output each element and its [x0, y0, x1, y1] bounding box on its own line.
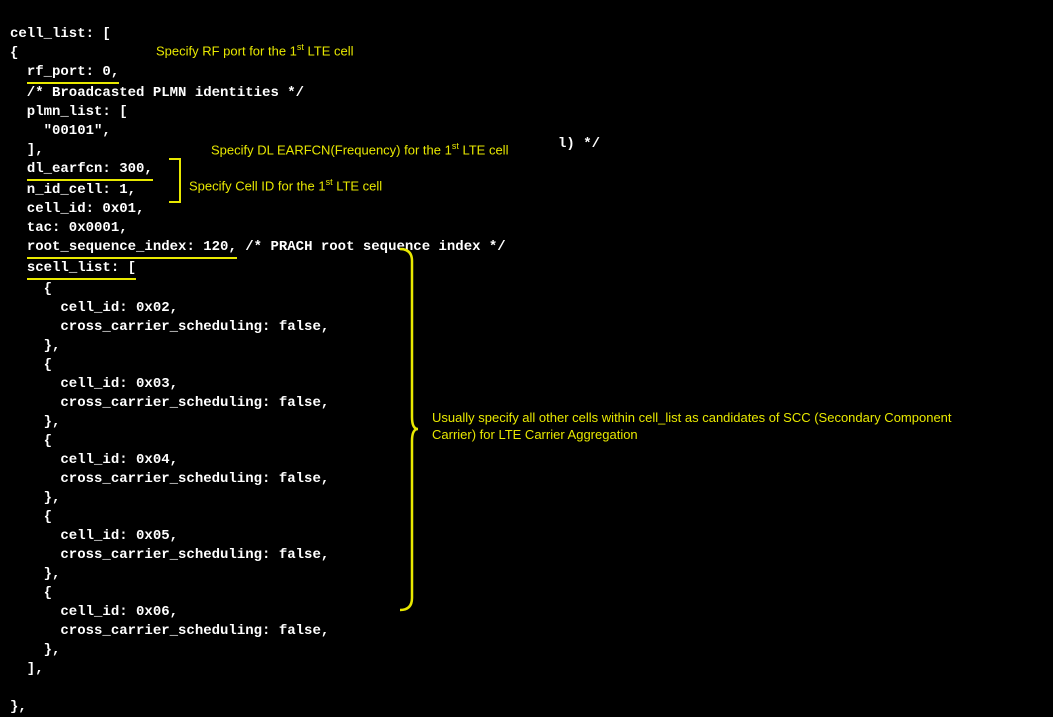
line-indent	[10, 260, 27, 276]
line: },	[10, 642, 60, 658]
line-rest: /* PRACH root sequence index */	[237, 239, 506, 255]
line: cell_id: 0x04,	[10, 452, 178, 468]
line: "00101",	[10, 123, 111, 139]
line: plmn_list: [	[10, 104, 128, 120]
line: cell_id: 0x02,	[10, 300, 178, 316]
line: {	[10, 509, 52, 525]
line: cell_list: [	[10, 26, 111, 42]
line: ],	[10, 142, 44, 158]
line: },	[10, 490, 60, 506]
line: ],	[10, 661, 44, 677]
line-indent	[10, 161, 27, 177]
line: n_id_cell: 1,	[10, 182, 136, 198]
annotation-cellid: Specify Cell ID for the 1st LTE cell	[189, 173, 382, 195]
comment-tail: l) */	[558, 135, 600, 154]
root-seq-value: root_sequence_index: 120,	[27, 238, 237, 259]
line: {	[10, 585, 52, 601]
line: tac: 0x0001,	[10, 220, 128, 236]
annotation-earfcn: Specify DL EARFCN(Frequency) for the 1st…	[205, 135, 514, 161]
line: cross_carrier_scheduling: false,	[10, 319, 329, 335]
line: },	[10, 699, 27, 715]
dl-earfcn-value: dl_earfcn: 300,	[27, 160, 153, 181]
line: },	[10, 414, 60, 430]
line: cross_carrier_scheduling: false,	[10, 547, 329, 563]
line: {	[10, 281, 52, 297]
line: },	[10, 338, 60, 354]
bracket-scell	[398, 247, 418, 612]
line: cross_carrier_scheduling: false,	[10, 395, 329, 411]
line: {	[10, 45, 18, 61]
line: cross_carrier_scheduling: false,	[10, 623, 329, 639]
code-block: cell_list: [ { rf_port: 0, /* Broadcaste…	[10, 6, 1043, 717]
scell-list-label: scell_list: [	[27, 259, 136, 280]
line: cross_carrier_scheduling: false,	[10, 471, 329, 487]
annotation-scell: Usually specify all other cells within c…	[432, 409, 992, 443]
line: {	[10, 433, 52, 449]
rf-port-value: rf_port: 0,	[27, 63, 119, 84]
annotation-rf-port: Specify RF port for the 1st LTE cell	[156, 38, 354, 60]
bracket-cellid	[169, 158, 181, 203]
line-indent	[10, 64, 27, 80]
line: },	[10, 566, 60, 582]
line-indent	[10, 239, 27, 255]
line: cell_id: 0x06,	[10, 604, 178, 620]
line: cell_id: 0x01,	[10, 201, 144, 217]
line: {	[10, 357, 52, 373]
line: /* Broadcasted PLMN identities */	[10, 85, 304, 101]
line: cell_id: 0x03,	[10, 376, 178, 392]
line: cell_id: 0x05,	[10, 528, 178, 544]
